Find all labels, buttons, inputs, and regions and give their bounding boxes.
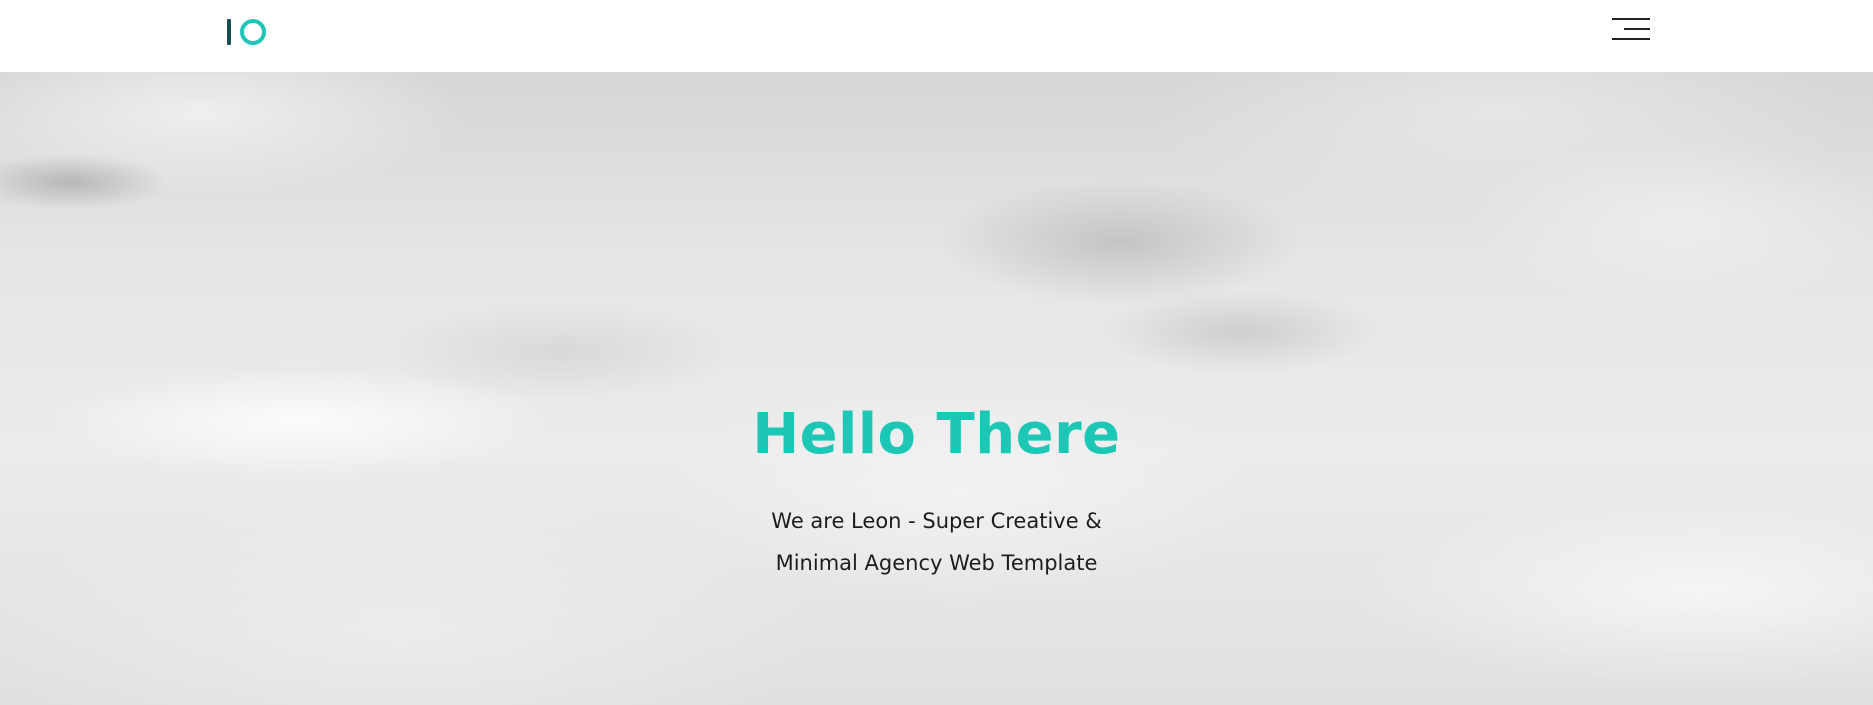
menu-line-top: [1612, 18, 1650, 20]
hamburger-menu-icon[interactable]: [1610, 16, 1650, 42]
hero-section: Hello There We are Leon - Super Creative…: [0, 72, 1873, 705]
site-header: [0, 0, 1873, 72]
logo-ring: [240, 19, 266, 45]
hero-subtitle: We are Leon - Super Creative & Minimal A…: [717, 500, 1157, 584]
hero-content: Hello There We are Leon - Super Creative…: [0, 402, 1873, 584]
logo-bar: [227, 19, 231, 45]
hero-title: Hello There: [752, 402, 1121, 467]
hero-subtitle-line-1: We are Leon - Super Creative &: [771, 509, 1102, 533]
menu-line-bottom: [1612, 38, 1650, 40]
logo-icon[interactable]: [226, 16, 270, 48]
menu-line-middle: [1624, 28, 1650, 30]
cloudy-sky-image: [0, 72, 1873, 705]
hero-subtitle-line-2: Minimal Agency Web Template: [775, 551, 1098, 575]
